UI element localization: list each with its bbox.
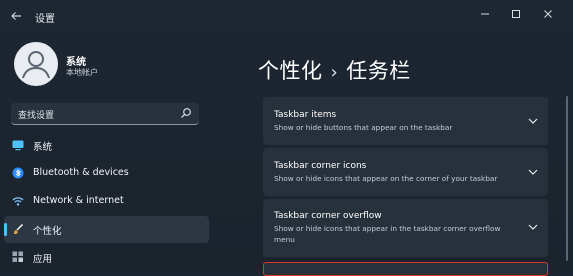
sidebar-item-label: 个性化	[33, 226, 62, 237]
search-input[interactable]: 查找设置	[11, 103, 199, 125]
sidebar-item-network[interactable]: Network & internet	[4, 188, 209, 215]
brush-icon	[14, 224, 23, 234]
breadcrumb-parent[interactable]: 个性化	[258, 59, 323, 83]
sidebar-item-label: 系统	[33, 142, 53, 153]
close-button[interactable]	[533, 4, 563, 26]
title-bar: 设置	[0, 0, 573, 36]
sidebar-item-system[interactable]: 系统	[4, 132, 209, 159]
chevron-down-icon[interactable]	[528, 223, 538, 231]
arrow-left-icon	[11, 12, 21, 20]
settings-window: 设置 系统 本地帐户 查找设置 系统 Bluetooth & devices N…	[0, 0, 573, 276]
chevron-down-icon[interactable]	[528, 117, 538, 125]
back-button[interactable]	[8, 10, 24, 26]
user-name: 系统	[66, 57, 86, 68]
search-icon[interactable]	[180, 107, 192, 119]
card-taskbar-behaviors-highlighted[interactable]	[263, 262, 548, 276]
maximize-button[interactable]	[501, 4, 531, 26]
card-description: Show or hide buttons that appear on the …	[274, 123, 453, 132]
scrollbar[interactable]	[566, 96, 568, 261]
sidebar-item-apps[interactable]: 应用	[4, 244, 209, 271]
app-title: 设置	[35, 14, 55, 25]
wifi-icon	[12, 197, 24, 206]
sidebar-item-label: Bluetooth & devices	[33, 167, 129, 178]
avatar[interactable]	[14, 42, 58, 86]
card-title: Taskbar items	[274, 110, 337, 120]
card-taskbar-corner-overflow[interactable]: Taskbar corner overflow Show or hide ico…	[263, 199, 548, 257]
breadcrumb-current: 任务栏	[346, 59, 411, 83]
sidebar-item-label: 应用	[33, 254, 53, 265]
card-title: Taskbar corner icons	[274, 161, 367, 171]
breadcrumb-separator: ›	[330, 62, 339, 83]
sidebar-item-bluetooth[interactable]: Bluetooth & devices	[4, 160, 209, 187]
card-taskbar-items[interactable]: Taskbar items Show or hide buttons that …	[263, 97, 548, 145]
page-title: 个性化 › 任务栏	[258, 55, 411, 85]
card-description: Show or hide icons that appear on the co…	[274, 174, 498, 183]
card-taskbar-corner-icons[interactable]: Taskbar corner icons Show or hide icons …	[263, 148, 548, 196]
account-type: 本地帐户	[66, 68, 98, 77]
minimize-icon	[481, 13, 489, 15]
apps-icon	[12, 251, 23, 262]
display-icon	[12, 140, 24, 151]
chevron-down-icon[interactable]	[528, 168, 538, 176]
card-title: Taskbar corner overflow	[274, 211, 382, 221]
bluetooth-icon	[12, 167, 24, 179]
user-icon	[22, 51, 50, 79]
minimize-button[interactable]	[470, 4, 500, 26]
maximize-icon	[512, 10, 520, 18]
sidebar-item-personalization[interactable]: 个性化	[4, 216, 209, 243]
selection-indicator	[4, 223, 7, 236]
sidebar-item-label: Network & internet	[33, 195, 124, 206]
search-placeholder: 查找设置	[18, 111, 55, 121]
close-icon	[544, 10, 552, 18]
card-description: Show or hide icons that appear in the ta…	[274, 224, 501, 244]
